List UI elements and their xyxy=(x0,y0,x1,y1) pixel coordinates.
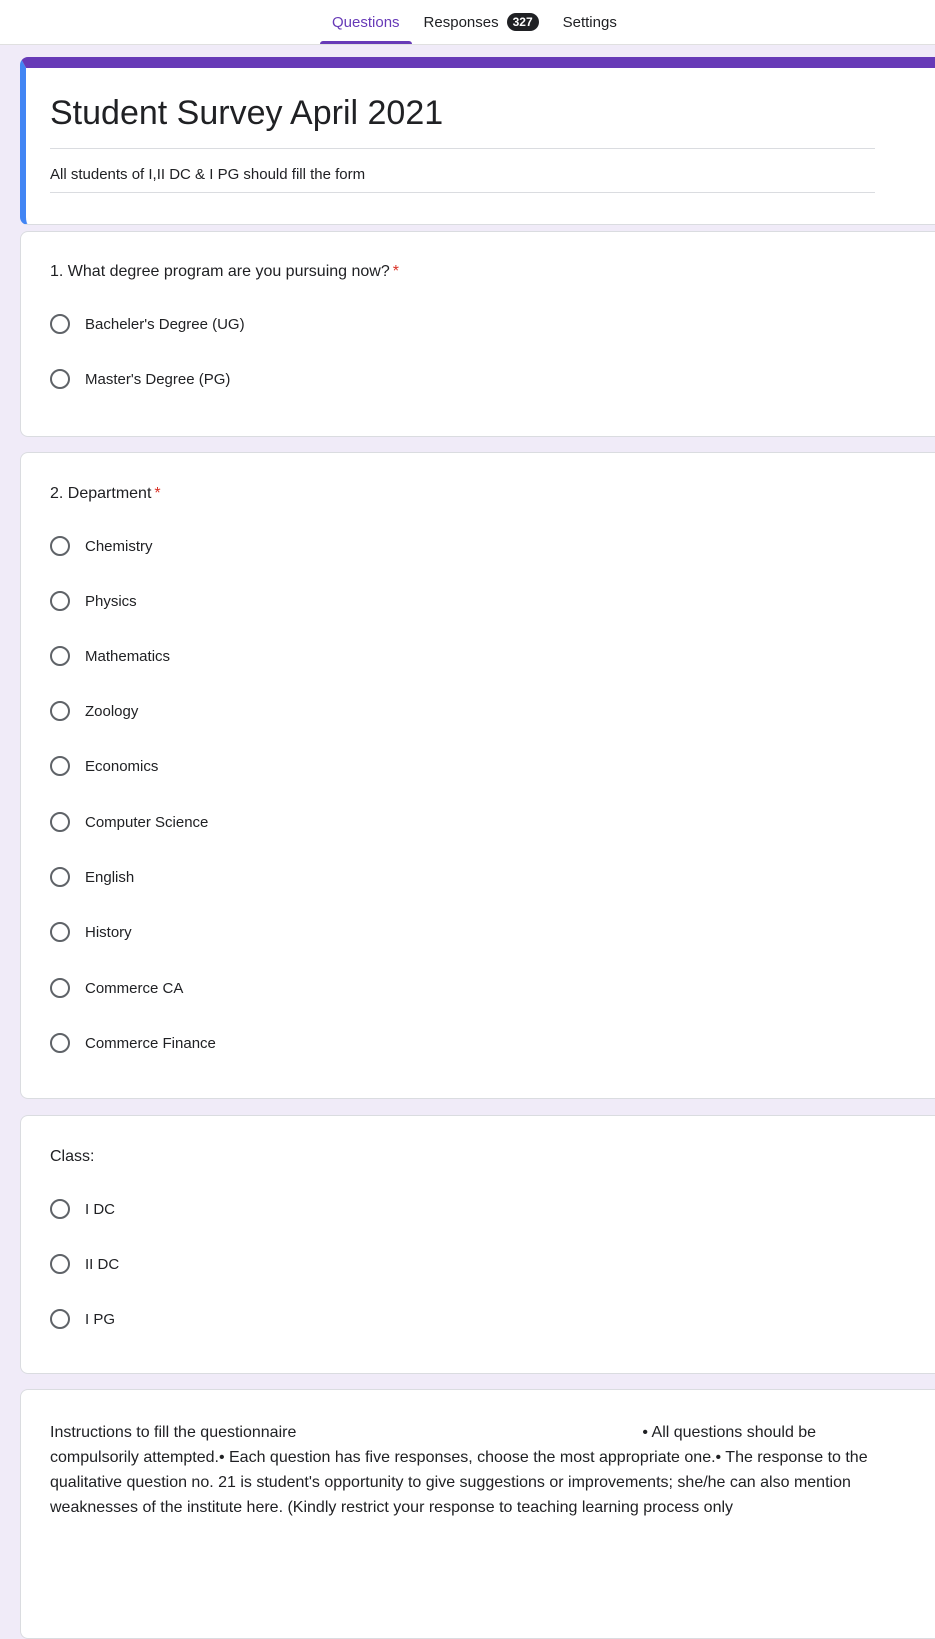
radio-button[interactable] xyxy=(50,867,70,887)
tab-settings[interactable]: Settings xyxy=(551,0,629,44)
tab-responses-label: Responses xyxy=(423,13,499,31)
radio-button[interactable] xyxy=(50,1309,70,1329)
option-label: Economics xyxy=(85,757,159,775)
required-asterisk: * xyxy=(154,485,161,502)
radio-option[interactable]: II DC xyxy=(50,1251,119,1277)
radio-button[interactable] xyxy=(50,978,70,998)
question-title-text: 2. Department xyxy=(50,485,152,502)
question-title: 2. Department * xyxy=(50,485,161,503)
radio-button[interactable] xyxy=(50,646,70,666)
radio-option[interactable]: Economics xyxy=(50,753,158,779)
radio-option[interactable]: English xyxy=(50,864,134,890)
option-label: Physics xyxy=(85,592,137,610)
responses-count-badge: 327 xyxy=(506,13,539,31)
radio-option[interactable]: Computer Science xyxy=(50,809,208,835)
option-label: History xyxy=(85,923,132,941)
title-underline xyxy=(50,148,875,149)
tab-list: Questions Responses 327 Settings xyxy=(320,0,629,44)
question-title: 1. What degree program are you pursuing … xyxy=(50,263,399,281)
radio-option[interactable]: Physics xyxy=(50,588,137,614)
radio-button[interactable] xyxy=(50,1199,70,1219)
question-title: Class: xyxy=(50,1148,94,1166)
tab-questions-label: Questions xyxy=(332,13,400,31)
option-label: Commerce CA xyxy=(85,979,184,997)
option-label: Computer Science xyxy=(85,813,209,831)
question-card-degree[interactable]: 1. What degree program are you pursuing … xyxy=(20,231,935,437)
question-title-text: 1. What degree program are you pursuing … xyxy=(50,263,390,280)
description-underline xyxy=(50,192,875,193)
radio-button[interactable] xyxy=(50,591,70,611)
instructions-card[interactable]: Instructions to fill the questionnaire • … xyxy=(20,1389,935,1639)
radio-button[interactable] xyxy=(50,314,70,334)
tab-responses[interactable]: Responses 327 xyxy=(412,0,551,44)
radio-button[interactable] xyxy=(50,536,70,556)
radio-button[interactable] xyxy=(50,922,70,942)
radio-option[interactable]: Zoology xyxy=(50,698,138,724)
radio-button[interactable] xyxy=(50,812,70,832)
radio-option[interactable]: History xyxy=(50,919,132,945)
option-label: English xyxy=(85,868,135,886)
question-card-class[interactable]: Class: I DC II DC I PG xyxy=(20,1115,935,1374)
tab-questions[interactable]: Questions xyxy=(320,0,412,44)
radio-button[interactable] xyxy=(50,756,70,776)
question-title-text: Class: xyxy=(50,1148,95,1165)
radio-option[interactable]: Bacheler's Degree (UG) xyxy=(50,311,245,337)
radio-button[interactable] xyxy=(50,1254,70,1274)
top-tab-bar: Questions Responses 327 Settings xyxy=(0,0,935,45)
option-label: Zoology xyxy=(85,702,139,720)
option-label: II DC xyxy=(85,1255,120,1273)
form-description[interactable]: All students of I,II DC & I PG should fi… xyxy=(50,166,365,183)
radio-option[interactable]: Mathematics xyxy=(50,643,170,669)
instructions-heading: Instructions to fill the questionnaire xyxy=(50,1424,297,1441)
radio-option[interactable]: Commerce Finance xyxy=(50,1030,216,1056)
radio-option[interactable]: Master's Degree (PG) xyxy=(50,366,230,392)
radio-option[interactable]: Commerce CA xyxy=(50,975,183,1001)
option-label: Mathematics xyxy=(85,647,171,665)
required-asterisk: * xyxy=(392,263,399,280)
option-label: Bacheler's Degree (UG) xyxy=(85,315,245,333)
tab-settings-label: Settings xyxy=(562,13,617,31)
radio-button[interactable] xyxy=(50,701,70,721)
form-header-card[interactable]: Student Survey April 2021 All students o… xyxy=(20,57,935,225)
option-label: I DC xyxy=(85,1200,115,1218)
radio-button[interactable] xyxy=(50,369,70,389)
radio-option[interactable]: Chemistry xyxy=(50,533,153,559)
form-title[interactable]: Student Survey April 2021 xyxy=(50,94,443,133)
option-label: Commerce Finance xyxy=(85,1034,216,1052)
option-label: Chemistry xyxy=(85,537,153,555)
option-label: I PG xyxy=(85,1310,116,1328)
question-card-department[interactable]: 2. Department * Chemistry Physics Mathema… xyxy=(20,452,935,1099)
radio-button[interactable] xyxy=(50,1033,70,1053)
radio-option[interactable]: I DC xyxy=(50,1196,115,1222)
option-label: Master's Degree (PG) xyxy=(85,370,231,388)
radio-option[interactable]: I PG xyxy=(50,1306,115,1332)
instructions-text: Instructions to fill the questionnaire • … xyxy=(50,1420,880,1520)
